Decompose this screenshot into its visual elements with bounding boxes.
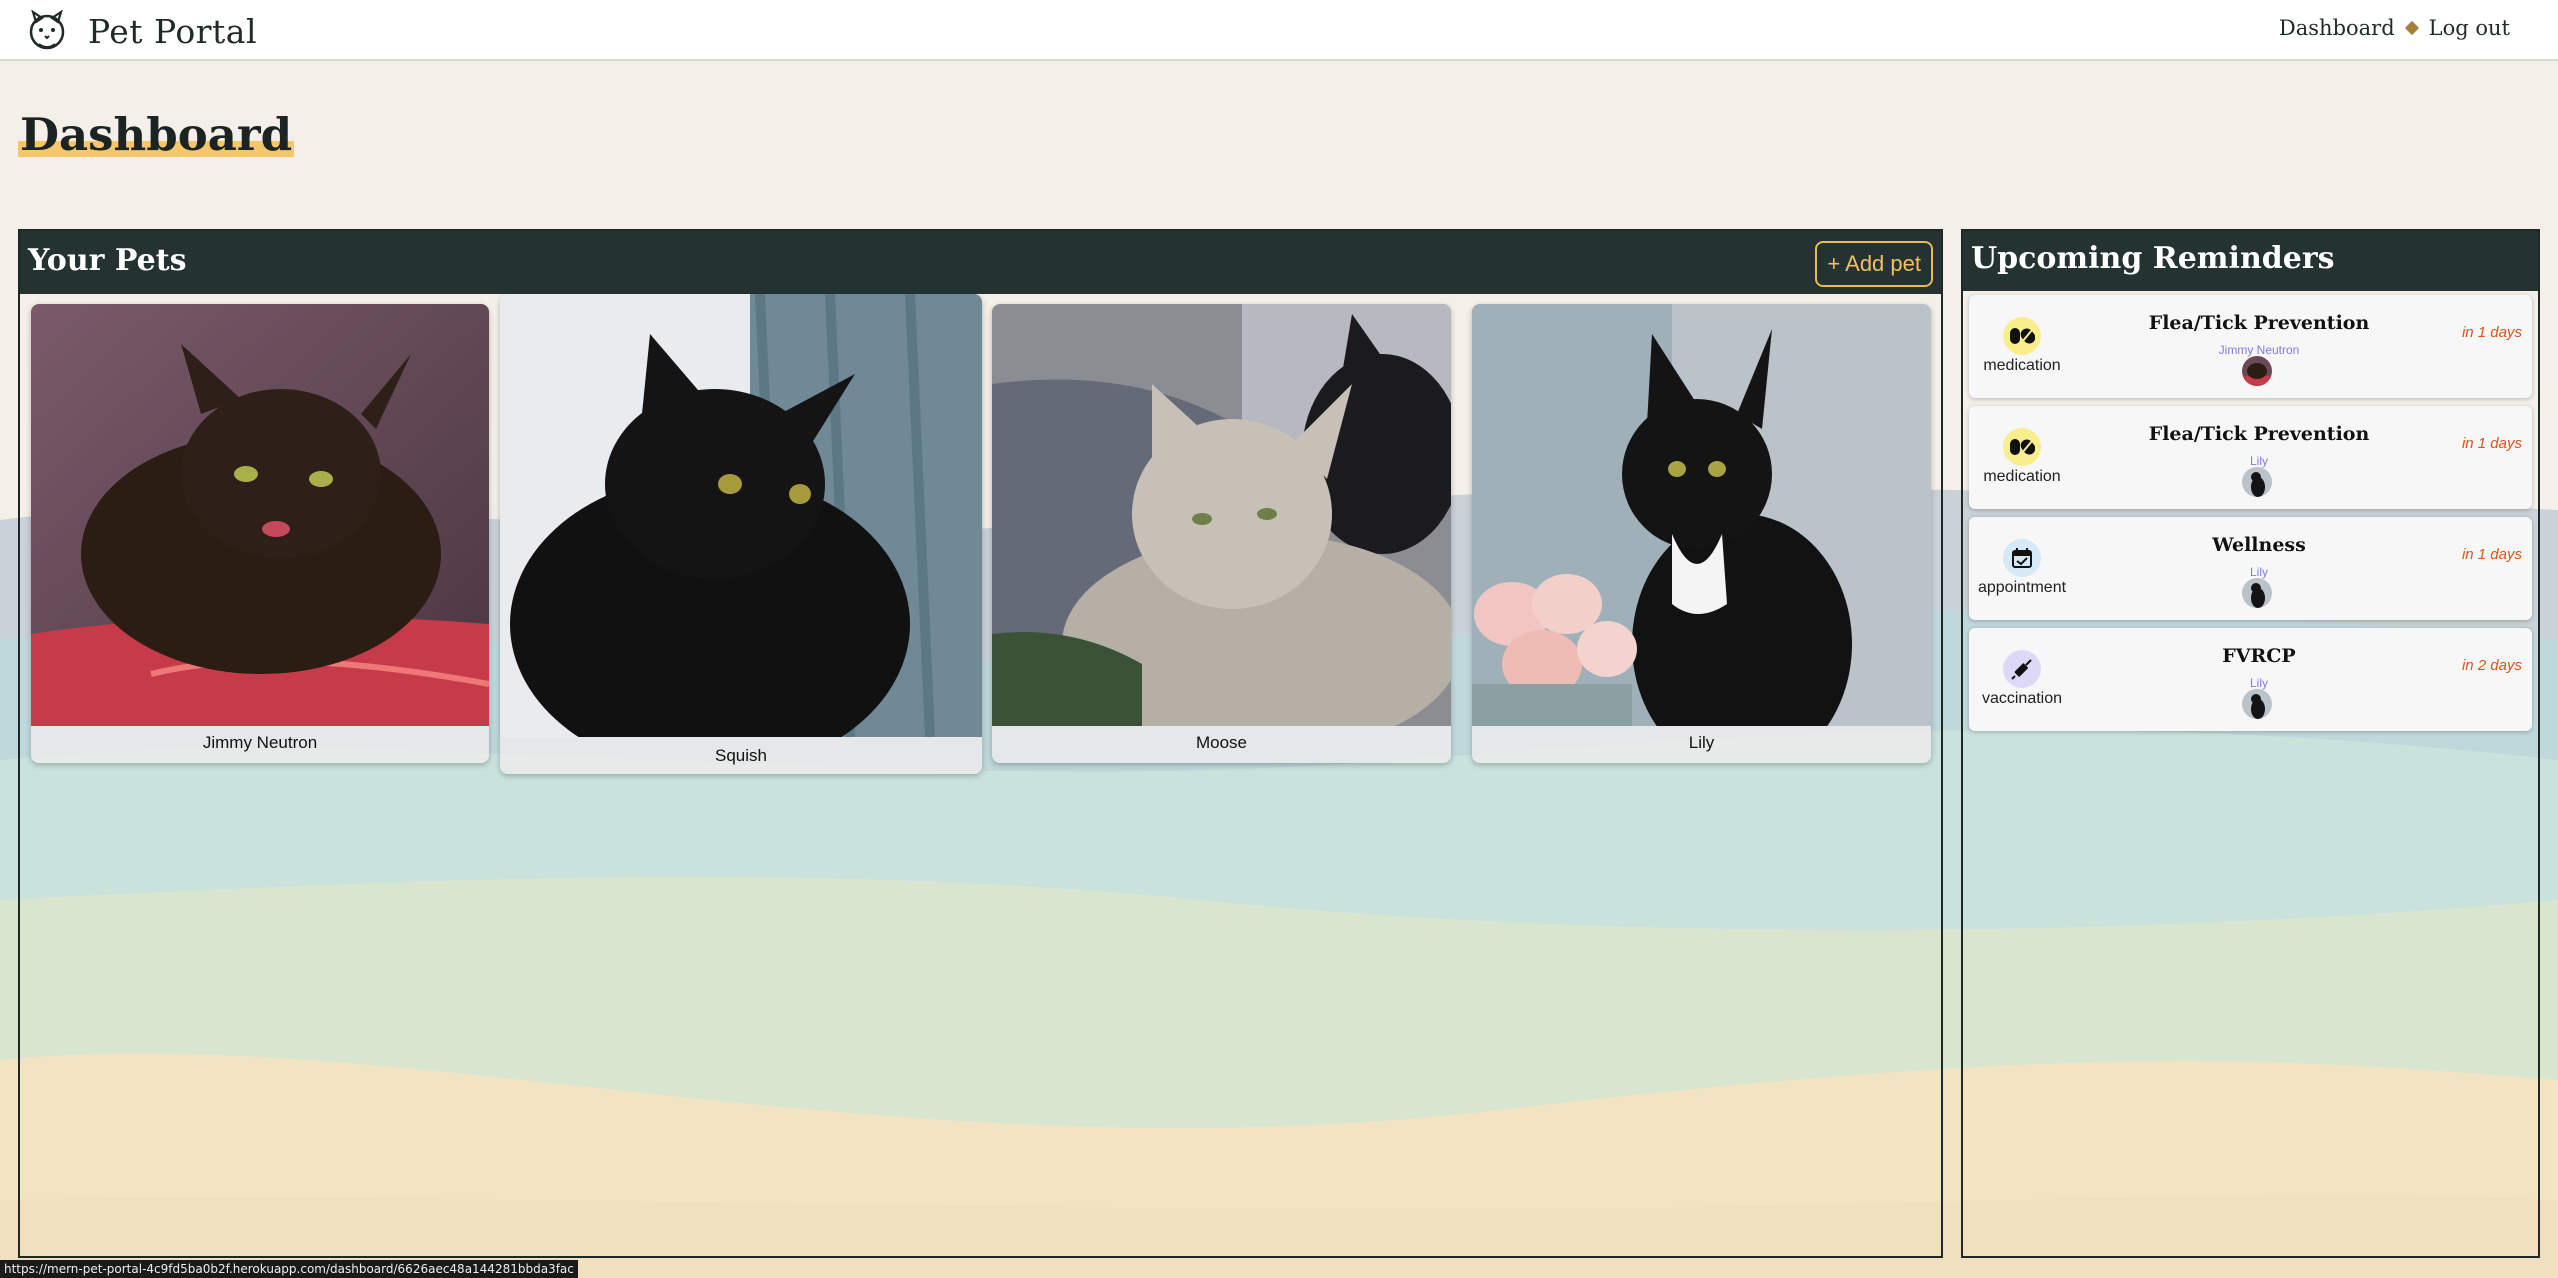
- pet-photo-lily: [1472, 304, 1931, 726]
- pet-photo-squish: [500, 294, 982, 737]
- reminder-due: in 1 days: [2461, 435, 2522, 452]
- reminder-item[interactable]: medication Flea/Tick Prevention Lily in …: [1969, 406, 2532, 509]
- pill-icon: [2003, 317, 2041, 355]
- pet-avatar-lily[interactable]: [2242, 467, 2272, 497]
- pet-name: Lily: [1688, 733, 1715, 752]
- pet-name: Squish: [715, 746, 767, 765]
- pet-portal-logo-icon: [29, 10, 65, 50]
- brand-name: Pet Portal: [88, 11, 258, 51]
- reminder-title: FVRCP: [2222, 645, 2296, 667]
- your-pets-panel: Your Pets + Add pet Jimmy Neutron Squish…: [18, 229, 1943, 1258]
- reminder-pet-name[interactable]: Lily: [2119, 565, 2399, 579]
- pet-avatar-lily[interactable]: [2242, 578, 2272, 608]
- pet-photo-jimmy-neutron: [31, 304, 489, 726]
- reminder-due: in 1 days: [2461, 546, 2522, 563]
- page-title: Dashboard: [18, 108, 295, 161]
- reminder-type: medication: [1983, 357, 2061, 374]
- your-pets-title: Your Pets: [28, 243, 187, 278]
- pet-card-moose[interactable]: Moose: [992, 304, 1451, 763]
- reminder-title: Flea/Tick Prevention: [2148, 423, 2370, 445]
- reminder-pet-name[interactable]: Lily: [2119, 676, 2399, 690]
- nav-dashboard-link[interactable]: Dashboard: [2279, 16, 2395, 40]
- pet-avatar-jimmy-neutron[interactable]: [2242, 356, 2272, 386]
- pet-card-squish[interactable]: Squish: [500, 294, 982, 774]
- pet-photo-moose: [992, 304, 1451, 726]
- main-nav: Dashboard Log out: [2279, 16, 2510, 40]
- pet-avatar-lily[interactable]: [2242, 689, 2272, 719]
- top-navbar: Pet Portal Dashboard Log out: [0, 0, 2558, 61]
- pet-card-jimmy-neutron[interactable]: Jimmy Neutron: [31, 304, 489, 763]
- status-bar-url: https://mern-pet-portal-4c9fd5ba0b2f.her…: [0, 1260, 578, 1278]
- reminder-type: appointment: [1977, 579, 2067, 596]
- reminder-title: Wellness: [2212, 534, 2306, 556]
- add-pet-button[interactable]: + Add pet: [1815, 241, 1933, 287]
- syringe-icon: [2003, 650, 2041, 688]
- your-pets-header: Your Pets + Add pet: [20, 231, 1941, 294]
- nav-logout-link[interactable]: Log out: [2429, 16, 2510, 40]
- reminder-pet-name[interactable]: Jimmy Neutron: [2119, 343, 2399, 357]
- reminder-type: vaccination: [1981, 690, 2063, 707]
- brand[interactable]: Pet Portal: [28, 10, 257, 52]
- upcoming-reminders-header: Upcoming Reminders: [1963, 231, 2538, 291]
- reminder-title: Flea/Tick Prevention: [2148, 312, 2370, 334]
- reminder-type: medication: [1983, 468, 2061, 485]
- reminder-pet-name[interactable]: Lily: [2119, 454, 2399, 468]
- pill-icon: [2003, 428, 2041, 466]
- reminder-item[interactable]: vaccination FVRCP Lily in 2 days: [1969, 628, 2532, 731]
- calendar-check-icon: [2003, 539, 2041, 577]
- reminder-due: in 2 days: [2461, 657, 2522, 674]
- pet-name: Moose: [1195, 733, 1248, 752]
- reminder-item[interactable]: medication Flea/Tick Prevention Jimmy Ne…: [1969, 295, 2532, 398]
- pet-card-lily[interactable]: Lily: [1472, 304, 1931, 763]
- upcoming-reminders-title: Upcoming Reminders: [1971, 241, 2335, 276]
- pet-name: Jimmy Neutron: [202, 733, 318, 752]
- upcoming-reminders-panel: Upcoming Reminders medication Flea/Tick …: [1961, 229, 2540, 1258]
- reminder-due: in 1 days: [2461, 324, 2522, 341]
- nav-separator-diamond: [2404, 20, 2419, 36]
- reminder-item[interactable]: appointment Wellness Lily in 1 days: [1969, 517, 2532, 620]
